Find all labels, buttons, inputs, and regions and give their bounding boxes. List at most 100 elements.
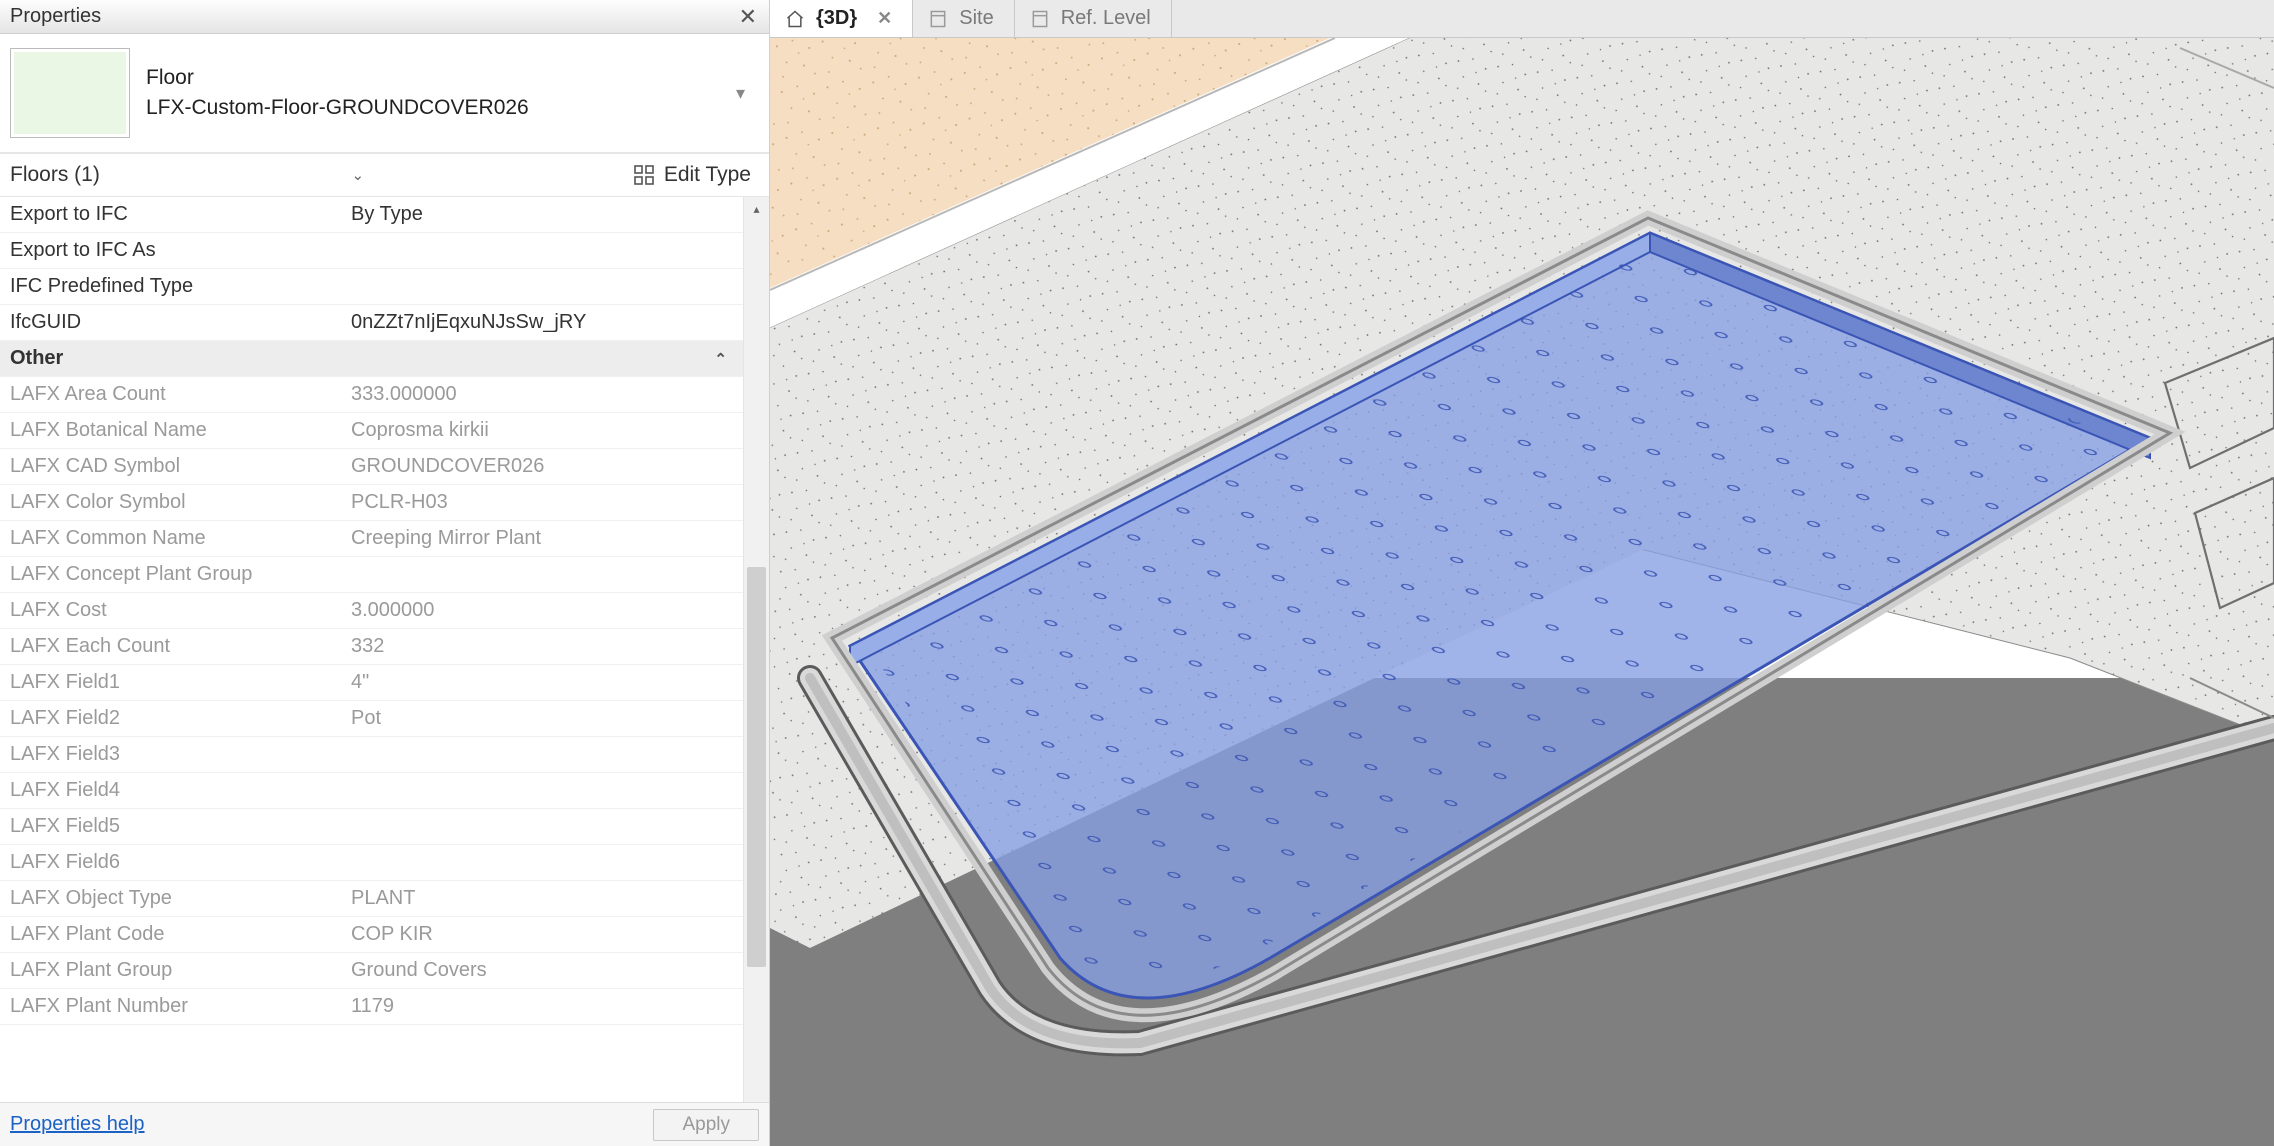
family-category: Floor	[146, 63, 726, 93]
property-value[interactable]: Ground Covers	[345, 959, 743, 982]
property-row[interactable]: LAFX Each Count332	[0, 629, 743, 665]
view-tab[interactable]: {3D} ✕	[770, 0, 913, 37]
properties-titlebar[interactable]: Properties ✕	[0, 0, 769, 34]
apply-button[interactable]: Apply	[653, 1109, 759, 1141]
chevron-down-icon[interactable]: ⌄	[352, 166, 365, 184]
property-row[interactable]: IFC Predefined Type	[0, 269, 743, 305]
tab-label: Ref. Level	[1061, 7, 1151, 30]
property-value[interactable]: By Type	[345, 203, 743, 226]
tab-label: {3D}	[816, 7, 857, 30]
property-value[interactable]: GROUNDCOVER026	[345, 455, 743, 478]
property-label: LAFX Plant Group	[0, 959, 345, 982]
property-label: LAFX Plant Code	[0, 923, 345, 946]
app-root: Properties ✕ Floor LFX-Custom-Floor-GROU…	[0, 0, 2274, 1146]
property-section-other[interactable]: Other ⌃	[0, 341, 743, 377]
property-label: LAFX CAD Symbol	[0, 455, 345, 478]
property-label: LAFX Field3	[0, 743, 345, 766]
property-label: LAFX Each Count	[0, 635, 345, 658]
property-row[interactable]: LAFX CAD SymbolGROUNDCOVER026	[0, 449, 743, 485]
section-label: Other	[10, 347, 63, 370]
property-label: LAFX Field4	[0, 779, 345, 802]
type-selector[interactable]: Floor LFX-Custom-Floor-GROUNDCOVER026 ▾	[0, 34, 769, 153]
property-row[interactable]: LAFX Field4	[0, 773, 743, 809]
property-row[interactable]: LAFX Plant CodeCOP KIR	[0, 917, 743, 953]
property-label: LAFX Area Count	[0, 383, 345, 406]
viewport-area: {3D} ✕ Site Ref. Level	[770, 0, 2274, 1146]
close-icon[interactable]: ✕	[877, 8, 892, 29]
property-label: LAFX Field6	[0, 851, 345, 874]
property-value[interactable]: 333.000000	[345, 383, 743, 406]
property-label: LAFX Botanical Name	[0, 419, 345, 442]
property-row[interactable]: LAFX Color SymbolPCLR-H03	[0, 485, 743, 521]
property-value[interactable]: 332	[345, 635, 743, 658]
property-label: LAFX Common Name	[0, 527, 345, 550]
property-row[interactable]: LAFX Field14"	[0, 665, 743, 701]
scroll-up-icon[interactable]: ▴	[744, 197, 769, 221]
selection-filter-dropdown[interactable]: Floors (1)	[10, 163, 110, 187]
property-label: IFC Predefined Type	[0, 275, 345, 298]
family-type: LFX-Custom-Floor-GROUNDCOVER026	[146, 93, 726, 123]
property-row[interactable]: LAFX Object TypePLANT	[0, 881, 743, 917]
sheet-icon	[1029, 8, 1051, 30]
property-row[interactable]: LAFX Plant GroupGround Covers	[0, 953, 743, 989]
properties-footer: Properties help Apply	[0, 1102, 769, 1146]
property-value[interactable]: Coprosma kirkii	[345, 419, 743, 442]
properties-grid[interactable]: Export to IFCBy TypeExport to IFC AsIFC …	[0, 197, 743, 1102]
property-row[interactable]: LAFX Field6	[0, 845, 743, 881]
properties-body: Export to IFCBy TypeExport to IFC AsIFC …	[0, 197, 769, 1102]
property-row[interactable]: Export to IFC As	[0, 233, 743, 269]
collapse-icon[interactable]: ⌃	[714, 350, 733, 368]
property-label: LAFX Field2	[0, 707, 345, 730]
view-tab[interactable]: Ref. Level	[1015, 0, 1172, 37]
type-row: Floors (1) ⌄ Edit Type	[0, 153, 769, 197]
property-value[interactable]: 4"	[345, 671, 743, 694]
view-tabs: {3D} ✕ Site Ref. Level	[770, 0, 2274, 38]
property-row[interactable]: LAFX Field5	[0, 809, 743, 845]
property-label: LAFX Plant Number	[0, 995, 345, 1018]
edit-type-label: Edit Type	[664, 163, 751, 187]
property-row[interactable]: LAFX Field2Pot	[0, 701, 743, 737]
view-tab[interactable]: Site	[913, 0, 1014, 37]
close-icon[interactable]: ✕	[735, 4, 761, 30]
selection-filter-label: Floors (1)	[10, 163, 100, 187]
edit-type-icon	[632, 163, 656, 187]
chevron-down-icon[interactable]: ▾	[726, 83, 755, 104]
property-value[interactable]: COP KIR	[345, 923, 743, 946]
type-preview-swatch	[10, 48, 130, 138]
scroll-thumb[interactable]	[747, 567, 766, 967]
property-row[interactable]: LAFX Area Count333.000000	[0, 377, 743, 413]
property-row[interactable]: LAFX Botanical NameCoprosma kirkii	[0, 413, 743, 449]
sheet-icon	[927, 8, 949, 30]
viewport-3d[interactable]	[770, 38, 2274, 1146]
property-row[interactable]: LAFX Field3	[0, 737, 743, 773]
property-row[interactable]: LAFX Cost3.000000	[0, 593, 743, 629]
properties-panel: Properties ✕ Floor LFX-Custom-Floor-GROU…	[0, 0, 770, 1146]
property-value[interactable]: 0nZZt7nIjEqxuNJsSw_jRY	[345, 311, 743, 334]
property-row[interactable]: Export to IFCBy Type	[0, 197, 743, 233]
properties-scrollbar[interactable]: ▴	[743, 197, 769, 1102]
property-value[interactable]: 1179	[345, 995, 743, 1018]
property-value[interactable]: PLANT	[345, 887, 743, 910]
home-icon	[784, 8, 806, 30]
edit-type-button[interactable]: Edit Type	[624, 160, 759, 190]
property-value[interactable]: Pot	[345, 707, 743, 730]
property-row[interactable]: LAFX Concept Plant Group	[0, 557, 743, 593]
property-label: IfcGUID	[0, 311, 345, 334]
properties-help-link[interactable]: Properties help	[10, 1113, 145, 1136]
tab-label: Site	[959, 7, 993, 30]
type-selector-text: Floor LFX-Custom-Floor-GROUNDCOVER026	[146, 63, 726, 124]
property-value[interactable]: 3.000000	[345, 599, 743, 622]
property-row[interactable]: LAFX Plant Number1179	[0, 989, 743, 1025]
property-label: Export to IFC As	[0, 239, 345, 262]
property-label: Export to IFC	[0, 203, 345, 226]
property-row[interactable]: LAFX Common NameCreeping Mirror Plant	[0, 521, 743, 557]
property-label: LAFX Field5	[0, 815, 345, 838]
property-value[interactable]: Creeping Mirror Plant	[345, 527, 743, 550]
property-label: LAFX Object Type	[0, 887, 345, 910]
properties-title: Properties	[10, 5, 101, 28]
property-value[interactable]: PCLR-H03	[345, 491, 743, 514]
property-label: LAFX Field1	[0, 671, 345, 694]
property-row[interactable]: IfcGUID0nZZt7nIjEqxuNJsSw_jRY	[0, 305, 743, 341]
property-label: LAFX Cost	[0, 599, 345, 622]
property-label: LAFX Color Symbol	[0, 491, 345, 514]
